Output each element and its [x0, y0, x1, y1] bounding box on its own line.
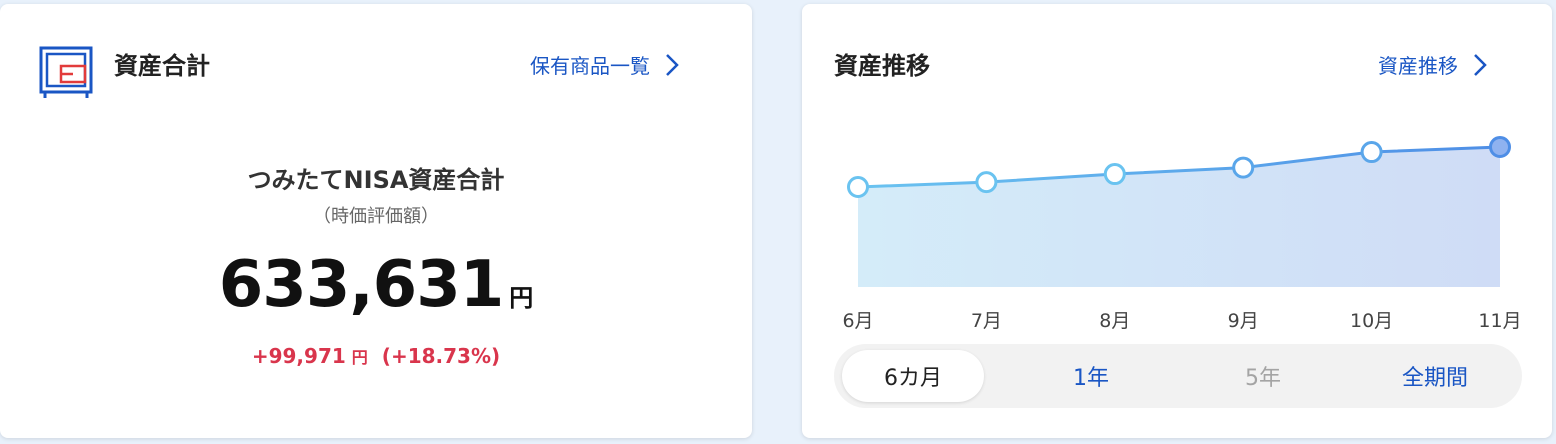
period-tab-5-years: 5年 [1245, 366, 1281, 391]
period-selector: 6カ月 1年 5年 全期間 [834, 344, 1522, 408]
x-axis-tick-label: 10月 [1350, 310, 1393, 332]
chart-area [858, 147, 1500, 287]
period-tab-all[interactable]: 全期間 [1364, 350, 1506, 402]
x-axis-tick-label: 9月 [1228, 310, 1259, 332]
chart-point[interactable] [847, 176, 869, 198]
x-axis-tick-label: 8月 [1099, 310, 1130, 332]
x-axis-tick-label: 7月 [971, 310, 1002, 332]
x-axis-tick-label: 11月 [1478, 310, 1521, 332]
chart-point[interactable] [1489, 136, 1511, 158]
period-tab-1-year[interactable]: 1年 [1020, 350, 1162, 402]
chart-point[interactable] [1360, 141, 1383, 164]
x-axis-tick-label: 6月 [842, 310, 873, 332]
chart-point[interactable] [1232, 156, 1255, 179]
chart-point[interactable] [1103, 163, 1126, 186]
period-tab-6-months[interactable]: 6カ月 [842, 350, 984, 402]
chart-point[interactable] [975, 171, 998, 194]
